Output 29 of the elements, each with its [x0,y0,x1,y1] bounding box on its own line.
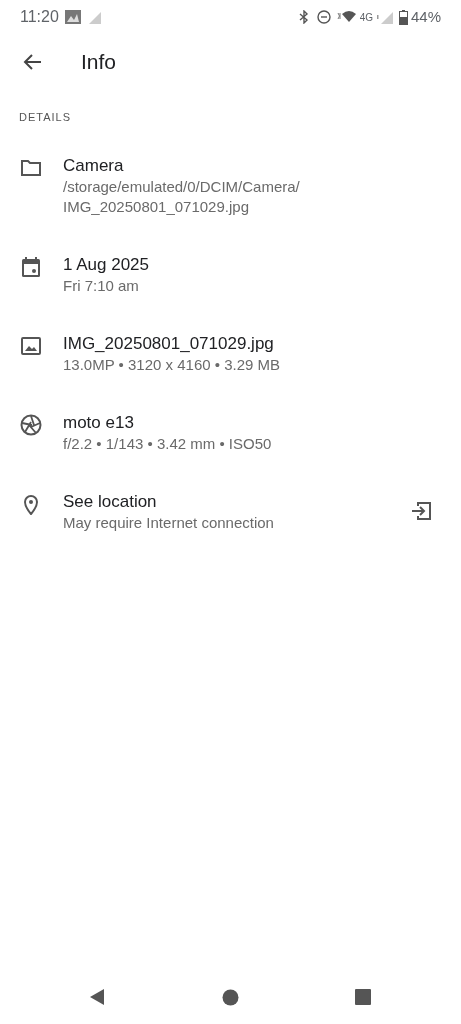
home-nav-icon[interactable] [222,988,239,1006]
item-title: Camera [63,154,125,177]
cell-signal-icon [376,10,395,24]
image-icon [20,334,42,357]
network-type: 4G [359,10,373,25]
item-detail: f/2.2 • 1/143 • 3.42 mm • ISO50 [63,433,273,454]
wifi-icon [336,10,357,24]
open-icon [410,500,432,521]
item-detail: IMG_20250801_071029.jpg [63,196,250,217]
item-title: See location [63,490,158,513]
camera-shutter-icon [20,413,42,436]
section-header: DETAILS [19,110,73,125]
page-title: Info [81,49,117,76]
item-detail: May require Internet connection [63,512,275,533]
back-nav-icon[interactable] [88,988,106,1006]
back-arrow-icon [22,53,42,71]
bluetooth-icon [298,10,309,24]
item-detail: /storage/emulated/0/DCIM/Camera/ [63,176,301,197]
photo-notification-icon [64,10,81,24]
do-not-disturb-icon [316,10,331,24]
item-detail: Fri 7:10 am [63,275,140,296]
battery-icon [398,9,408,25]
item-title: 1 Aug 2025 [63,253,151,276]
status-time: 11:20 [20,7,59,27]
item-title: moto e13 [63,411,135,434]
battery-percent: 44% [410,6,441,27]
calendar-icon [20,255,42,278]
item-title: IMG_20250801_071029.jpg [63,332,275,355]
item-detail: 13.0MP • 3120 x 4160 • 3.29 MB [63,354,282,375]
